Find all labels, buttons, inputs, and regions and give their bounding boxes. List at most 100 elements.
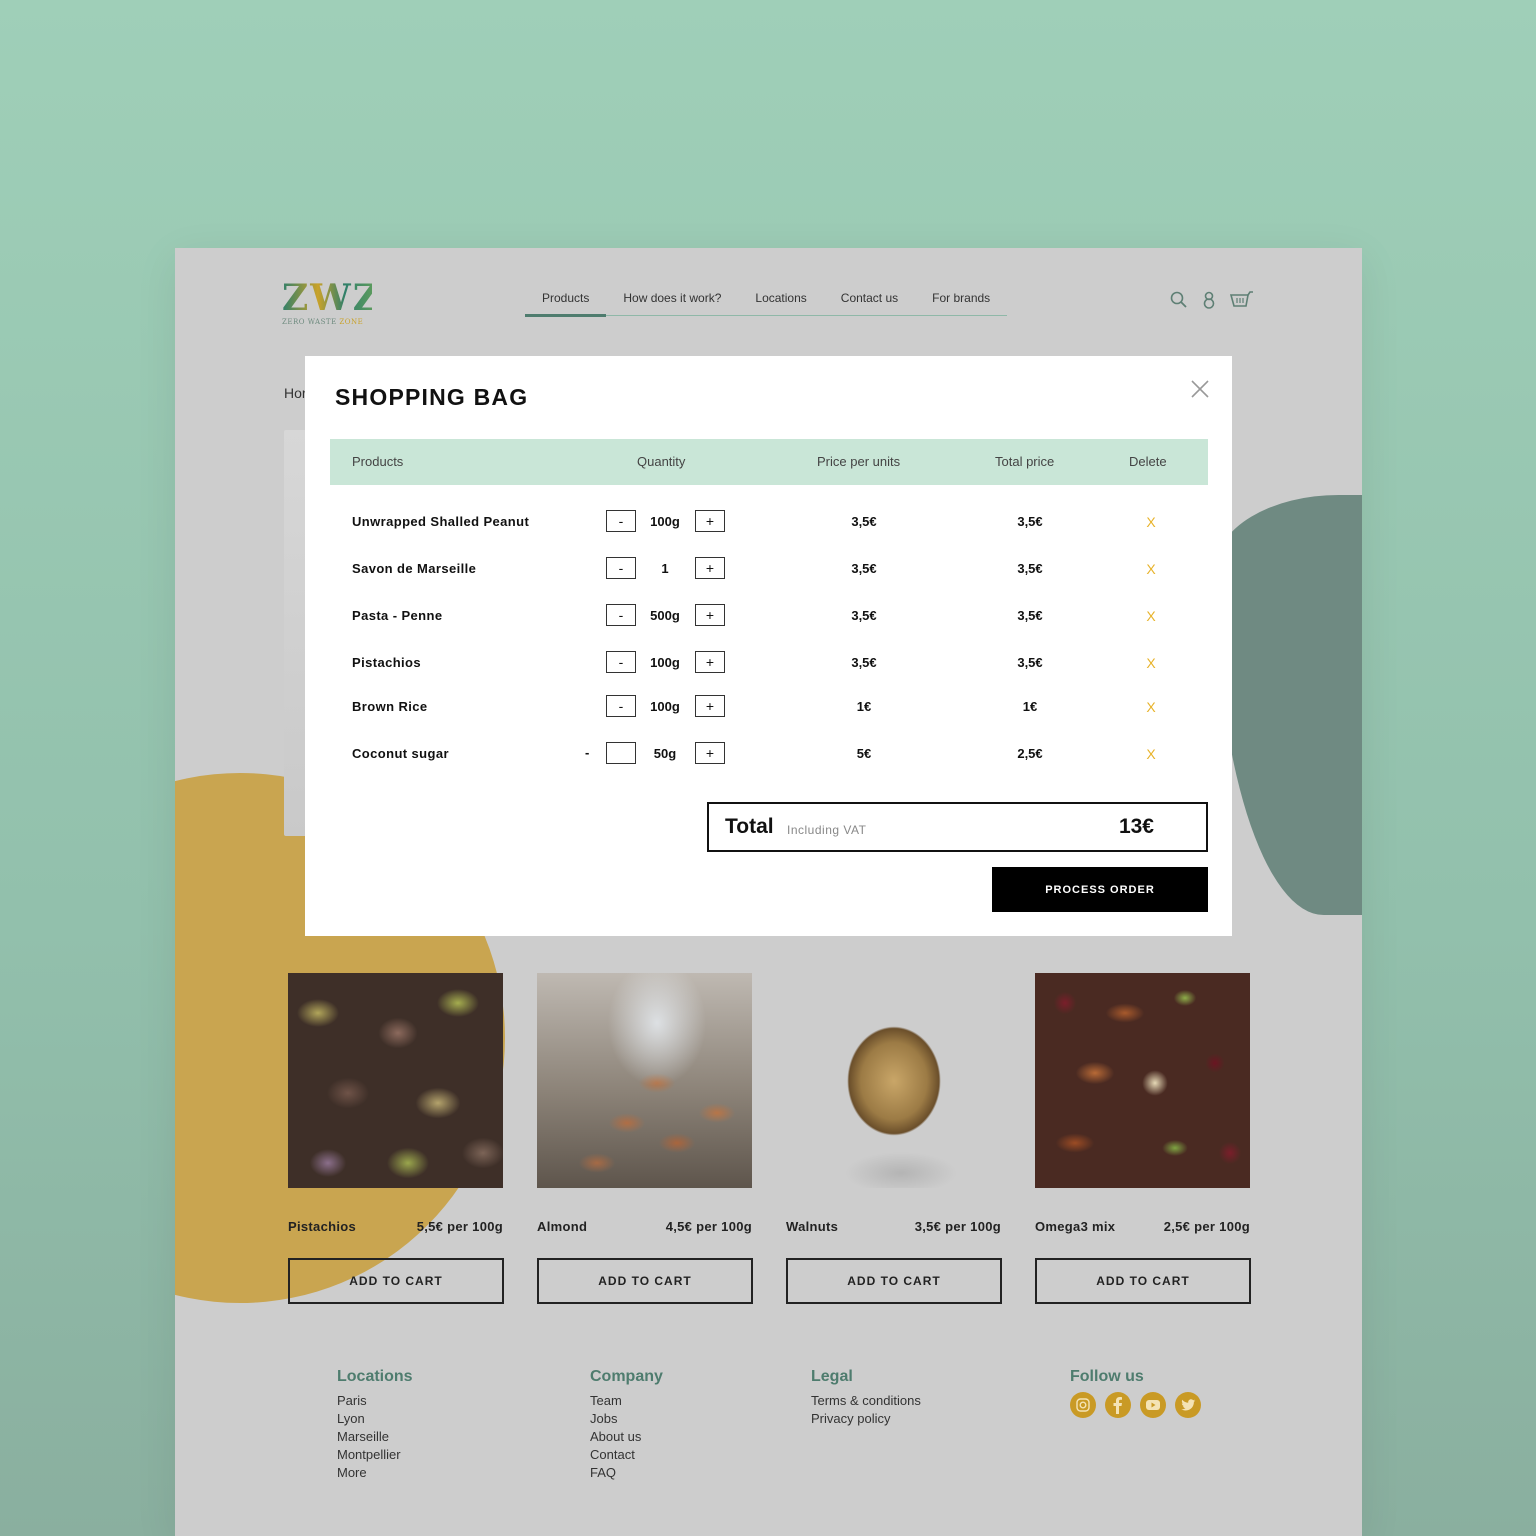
item-quantity: 50g	[653, 746, 677, 761]
product-info: Omega3 mix 2,5€ per 100g	[1035, 1219, 1250, 1234]
total-label: Total	[725, 815, 774, 838]
user-icon[interactable]	[1199, 290, 1219, 310]
column-price-per-unit: Price per units	[817, 454, 901, 469]
product-name: Omega3 mix	[1035, 1219, 1116, 1234]
product-card: Pistachios 5,5€ per 100g ADD TO CART	[288, 973, 504, 1304]
footer-link[interactable]: Privacy policy	[811, 1410, 1070, 1428]
total-value: 13€	[1118, 815, 1154, 838]
item-unit-price: 3,5€	[851, 608, 877, 623]
column-total-price: Total price	[995, 454, 1055, 469]
process-order-button[interactable]: PROCESS ORDER	[992, 867, 1208, 912]
decrease-quantity-button[interactable]: -	[585, 745, 589, 760]
product-price: 3,5€ per 100g	[914, 1219, 1001, 1234]
delete-item-button[interactable]: X	[1136, 655, 1166, 671]
footer-link[interactable]: Lyon	[337, 1410, 590, 1428]
product-name: Walnuts	[786, 1219, 839, 1234]
product-image-walnuts[interactable]	[786, 973, 1001, 1188]
cart-icon[interactable]	[1229, 290, 1255, 310]
product-price: 2,5€ per 100g	[1163, 1219, 1250, 1234]
increase-quantity-button[interactable]: +	[695, 651, 725, 673]
item-unit-price: 3,5€	[851, 561, 877, 576]
item-total-price: 3,5€	[1017, 561, 1043, 576]
item-unit-price: 3,5€	[851, 514, 877, 529]
decrease-quantity-button[interactable]: -	[606, 510, 636, 532]
column-products: Products	[352, 454, 404, 469]
increase-quantity-button[interactable]: +	[695, 742, 725, 764]
logo[interactable]: ZWZ ZERO WASTE ZONE	[282, 280, 379, 326]
close-icon[interactable]	[1189, 378, 1211, 400]
increase-quantity-button[interactable]: +	[695, 604, 725, 626]
product-image-almond[interactable]	[537, 973, 752, 1188]
item-total-price: 2,5€	[1017, 746, 1043, 761]
footer-title: Follow us	[1070, 1368, 1144, 1385]
item-total-price: 3,5€	[1017, 655, 1043, 670]
nav-contact[interactable]: Contact us	[824, 291, 915, 315]
delete-item-button[interactable]: X	[1136, 608, 1166, 624]
product-info: Almond 4,5€ per 100g	[537, 1219, 752, 1234]
delete-item-button[interactable]: X	[1136, 746, 1166, 762]
order-total: Total Including VAT 13€	[707, 802, 1208, 852]
decrease-quantity-button[interactable]: -	[606, 695, 636, 717]
footer-link[interactable]: More	[337, 1464, 590, 1482]
item-quantity: 100g	[650, 699, 680, 714]
delete-item-button[interactable]: X	[1136, 699, 1166, 715]
item-name: Pistachios	[352, 655, 422, 670]
footer-link[interactable]: Terms & conditions	[811, 1392, 1070, 1410]
footer-title: Legal	[811, 1368, 853, 1385]
item-quantity: 100g	[650, 655, 680, 670]
footer-link[interactable]: Marseille	[337, 1428, 590, 1446]
add-to-cart-button[interactable]: ADD TO CART	[288, 1258, 504, 1304]
table-row: Brown Rice - 100g + 1€ 1€ X	[330, 695, 1208, 719]
item-total-price: 3,5€	[1017, 608, 1043, 623]
footer-link[interactable]: FAQ	[590, 1464, 811, 1482]
product-name: Pistachios	[288, 1219, 357, 1234]
footer-link[interactable]: Paris	[337, 1392, 590, 1410]
footer-legal: Legal Terms & conditions Privacy policy	[811, 1368, 1070, 1482]
item-name: Coconut sugar	[352, 746, 449, 761]
nav-for-brands[interactable]: For brands	[915, 291, 1007, 315]
product-name: Almond	[537, 1219, 588, 1234]
decrease-quantity-button[interactable]: -	[606, 604, 636, 626]
column-quantity: Quantity	[637, 454, 686, 469]
footer-link[interactable]: Jobs	[590, 1410, 811, 1428]
breadcrumb[interactable]: Hor	[284, 385, 307, 401]
decrease-quantity-button[interactable]: -	[606, 651, 636, 673]
add-to-cart-button[interactable]: ADD TO CART	[537, 1258, 753, 1304]
increase-quantity-button[interactable]: +	[695, 557, 725, 579]
search-icon[interactable]	[1169, 290, 1189, 310]
modal-title: SHOPPING BAG	[335, 384, 529, 410]
youtube-icon[interactable]	[1140, 1392, 1166, 1418]
footer-link[interactable]: Contact	[590, 1446, 811, 1464]
footer-link[interactable]: Team	[590, 1392, 811, 1410]
increase-quantity-button[interactable]: +	[695, 510, 725, 532]
product-info: Walnuts 3,5€ per 100g	[786, 1219, 1001, 1234]
decrease-quantity-button[interactable]: -	[606, 557, 636, 579]
footer-follow: Follow us	[1070, 1368, 1323, 1482]
item-name: Pasta - Penne	[352, 608, 443, 623]
instagram-icon[interactable]	[1070, 1392, 1096, 1418]
add-to-cart-button[interactable]: ADD TO CART	[1035, 1258, 1251, 1304]
increase-quantity-button[interactable]: +	[695, 695, 725, 717]
product-image-pistachios[interactable]	[288, 973, 503, 1188]
product-image-omega3-mix[interactable]	[1035, 973, 1250, 1188]
footer-link[interactable]: About us	[590, 1428, 811, 1446]
nav-locations[interactable]: Locations	[738, 291, 823, 315]
nav-how-it-works[interactable]: How does it work?	[606, 291, 738, 315]
item-quantity: 100g	[650, 514, 680, 529]
delete-item-button[interactable]: X	[1136, 514, 1166, 530]
facebook-icon[interactable]	[1105, 1392, 1131, 1418]
item-unit-price: 1€	[856, 699, 872, 714]
add-to-cart-button[interactable]: ADD TO CART	[786, 1258, 1002, 1304]
footer-title: Locations	[337, 1368, 413, 1385]
table-row: Coconut sugar - 50g + 5€ 2,5€ X	[330, 742, 1208, 766]
item-unit-price: 5€	[856, 746, 872, 761]
quantity-empty-box[interactable]	[606, 742, 636, 764]
item-quantity: 1	[661, 561, 669, 576]
nav-products[interactable]: Products	[525, 291, 607, 317]
twitter-icon[interactable]	[1175, 1392, 1201, 1418]
table-row: Pistachios - 100g + 3,5€ 3,5€ X	[330, 651, 1208, 675]
item-name: Brown Rice	[352, 699, 428, 714]
delete-item-button[interactable]: X	[1136, 561, 1166, 577]
footer-link[interactable]: Montpellier	[337, 1446, 590, 1464]
header-icons	[1169, 290, 1255, 310]
